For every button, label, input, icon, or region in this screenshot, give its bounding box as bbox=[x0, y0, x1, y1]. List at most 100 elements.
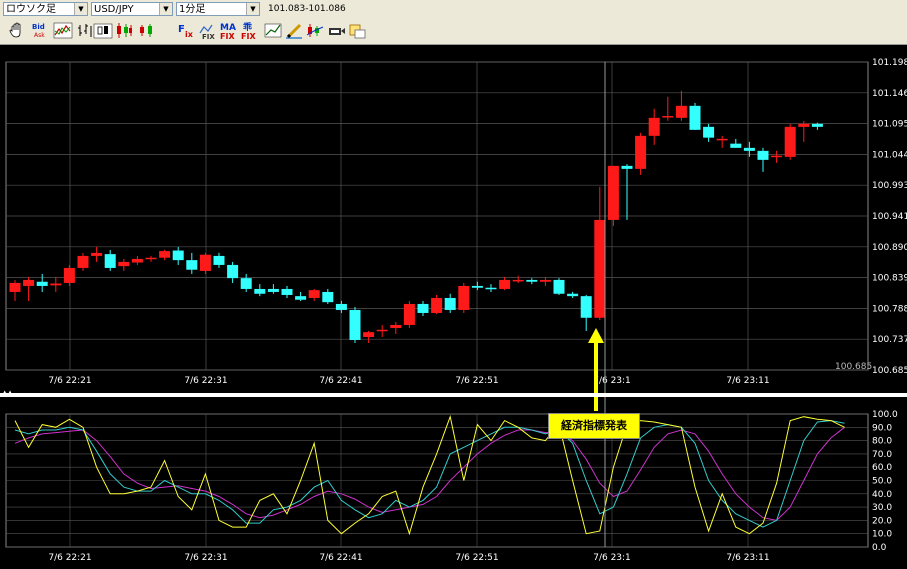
line-chart-button[interactable] bbox=[53, 21, 73, 40]
price-tick-label: 100.788 bbox=[872, 304, 907, 314]
symbol-value: USD/JPY bbox=[94, 4, 134, 15]
candle-up bbox=[499, 279, 511, 289]
ma-fix-button[interactable]: MA FIX bbox=[219, 21, 239, 40]
candle-down bbox=[471, 285, 483, 288]
candle-up bbox=[662, 116, 674, 118]
chart-area[interactable]: 101.198 101.146 101.095 101.044 100.993 100.9… bbox=[0, 45, 907, 565]
candle-up bbox=[63, 267, 75, 283]
stochastic-tick-label: 20.0 bbox=[872, 516, 892, 526]
candle-up bbox=[635, 135, 647, 169]
price-tick-label: 100.993 bbox=[872, 181, 907, 191]
symbol-select[interactable]: USD/JPY ▼ bbox=[91, 2, 173, 16]
pen-icon bbox=[286, 23, 302, 39]
ichimoku-fix-button[interactable]: 乖 FIX bbox=[240, 21, 260, 40]
ma-fix-icon: MAFIX bbox=[220, 23, 236, 40]
candle-down bbox=[485, 287, 497, 290]
price-tick-label: 100.685 bbox=[872, 366, 907, 376]
chevron-down-icon[interactable]: ▼ bbox=[159, 3, 172, 15]
chart-type-value: ロウソク足 bbox=[6, 4, 56, 15]
time-tick-label: 7/6 23:1 bbox=[593, 376, 631, 386]
svg-text:FIX: FIX bbox=[220, 32, 235, 40]
candlestick-button[interactable] bbox=[114, 21, 134, 40]
time-tick-label: 7/6 22:51 bbox=[455, 553, 498, 563]
candle-down bbox=[267, 288, 279, 292]
export-button[interactable] bbox=[326, 21, 346, 40]
chart-canvas[interactable]: 101.198 101.146 101.095 101.044 100.993 100.9… bbox=[0, 45, 907, 565]
price-tick-label: 101.146 bbox=[872, 89, 907, 99]
candle-up bbox=[390, 324, 402, 328]
svg-text:Bid: Bid bbox=[32, 23, 45, 31]
svg-text:FIX: FIX bbox=[241, 32, 256, 40]
arrow-up-icon bbox=[588, 328, 604, 343]
candle-up bbox=[159, 251, 171, 258]
stochastic-grid bbox=[5, 413, 869, 548]
hand-tool-button[interactable] bbox=[7, 21, 27, 40]
chevron-down-icon[interactable]: ▼ bbox=[246, 3, 259, 15]
candle-down bbox=[743, 147, 755, 151]
time-tick-label: 7/6 23:11 bbox=[726, 376, 769, 386]
candle-up bbox=[607, 165, 619, 220]
chart-toolbar: ロウソク足 ▼ USD/JPY ▼ 1分足 ▼ 101.083-101.086 … bbox=[0, 0, 907, 45]
stochastic-tick-label: 60.0 bbox=[872, 463, 892, 473]
settings-icon bbox=[349, 24, 366, 39]
candle-up bbox=[376, 329, 388, 332]
candle-small-button[interactable] bbox=[137, 21, 157, 40]
price-tick-label: 101.044 bbox=[872, 150, 907, 160]
indicator-button[interactable] bbox=[305, 21, 325, 40]
price-tick-label: 101.095 bbox=[872, 120, 907, 130]
candle-down bbox=[322, 291, 334, 303]
stochastic-d-line bbox=[14, 420, 845, 528]
stochastic-axis: 100.0 90.0 80.0 70.0 60.0 50.0 40.0 30.0 20.0 10.… bbox=[872, 410, 898, 553]
svg-text:ix: ix bbox=[185, 30, 194, 39]
time-tick-label: 7/6 23:1 bbox=[593, 553, 631, 563]
stochastic-tick-label: 100.0 bbox=[872, 410, 898, 420]
indicator-icon bbox=[306, 24, 324, 37]
candle-up bbox=[308, 290, 320, 298]
candle-down bbox=[254, 288, 266, 294]
candle-up bbox=[784, 126, 796, 157]
candle-small-icon bbox=[140, 24, 152, 37]
settings-button[interactable] bbox=[347, 21, 367, 40]
line-chart-icon bbox=[53, 22, 73, 39]
bid-ask-button[interactable]: Bid Ask bbox=[30, 21, 50, 40]
chevron-down-icon[interactable]: ▼ bbox=[74, 3, 87, 15]
price-tick-label: 101.198 bbox=[872, 58, 907, 68]
event-marker: ▲▲ bbox=[2, 62, 606, 547]
candle-up bbox=[50, 283, 62, 286]
stochastic-tick-label: 80.0 bbox=[872, 437, 892, 447]
hand-icon bbox=[9, 22, 21, 38]
candle-up bbox=[512, 279, 524, 282]
candle-up bbox=[9, 282, 21, 292]
time-tick-label: 7/6 22:31 bbox=[184, 376, 227, 386]
time-tick-label: 7/6 22:41 bbox=[319, 376, 362, 386]
pane-divider[interactable] bbox=[0, 393, 907, 397]
chart-type-select[interactable]: ロウソク足 ▼ bbox=[3, 2, 88, 16]
price-tick-label: 100.737 bbox=[872, 335, 907, 345]
trend-button[interactable] bbox=[263, 21, 283, 40]
candle-up bbox=[648, 117, 660, 136]
candle-up bbox=[458, 285, 470, 310]
main-grid bbox=[5, 61, 869, 371]
ichimoku-fix-icon: 乖FIX bbox=[241, 21, 256, 40]
candle-up bbox=[363, 332, 375, 337]
fix-button[interactable]: Fix bbox=[177, 21, 197, 40]
svg-text:F: F bbox=[178, 24, 185, 35]
candle-down bbox=[213, 255, 225, 265]
candle-box-button[interactable] bbox=[93, 21, 113, 40]
candle-up bbox=[771, 155, 783, 158]
time-axis-main: 7/6 22:21 7/6 22:31 7/6 22:41 7/6 22:51 7/6 … bbox=[48, 376, 769, 386]
candle-up bbox=[131, 258, 143, 263]
price-tick-label: 100.839 bbox=[872, 274, 907, 284]
candle-down bbox=[689, 105, 701, 130]
stochastic-tick-label: 70.0 bbox=[872, 450, 892, 460]
chart-fix-button[interactable]: FIX bbox=[198, 21, 218, 40]
candle-down bbox=[186, 260, 198, 270]
pen-button[interactable] bbox=[284, 21, 304, 40]
time-tick-label: 7/6 23:11 bbox=[726, 553, 769, 563]
timeframe-select[interactable]: 1分足 ▼ bbox=[176, 2, 260, 16]
chart-fix-icon: FIX bbox=[199, 24, 215, 40]
stochastic-tick-label: 90.0 bbox=[872, 423, 892, 433]
candle-down bbox=[349, 309, 361, 340]
event-annotation: 経済指標発表 bbox=[548, 413, 640, 439]
candle-down bbox=[295, 296, 307, 300]
